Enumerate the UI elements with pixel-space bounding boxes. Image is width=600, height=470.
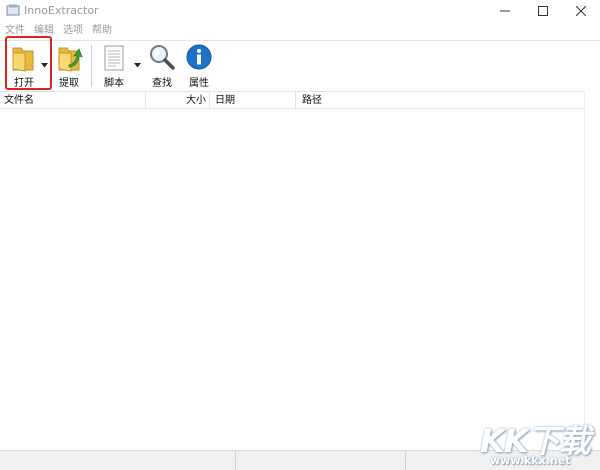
watermark-url: www.kkx.net — [490, 454, 571, 467]
app-icon — [6, 4, 20, 16]
menu-options[interactable]: 选项 — [63, 22, 83, 39]
status-segment — [0, 451, 236, 470]
column-header-size[interactable]: 大小 — [146, 92, 210, 109]
find-label: 查找 — [152, 78, 172, 89]
vertical-scrollbar[interactable] — [584, 91, 600, 450]
file-list[interactable] — [0, 109, 584, 450]
script-dropdown-arrow-icon[interactable] — [134, 63, 141, 68]
properties-button[interactable]: 属性 — [181, 43, 217, 89]
properties-label: 属性 — [189, 78, 209, 89]
close-icon — [576, 6, 586, 16]
maximize-button[interactable] — [526, 0, 560, 22]
title-bar: InnoExtractor — [0, 0, 600, 22]
column-header-date[interactable]: 日期 — [210, 92, 296, 109]
file-list-header: 文件名 大小 日期 路径 — [0, 91, 584, 109]
column-header-name[interactable]: 文件名 — [0, 92, 146, 109]
minimize-icon — [500, 10, 510, 12]
maximize-icon — [538, 6, 548, 16]
close-button[interactable] — [564, 0, 598, 22]
script-document-icon — [104, 45, 124, 71]
extract-button[interactable]: 提取 — [51, 43, 87, 89]
extract-label: 提取 — [59, 78, 79, 89]
open-button-highlight — [5, 36, 52, 90]
toolbar: 打开 提取 脚本 查找 属性 — [0, 40, 600, 90]
script-button[interactable]: 脚本 — [96, 43, 132, 89]
menu-bar: 文件 编辑 选项 帮助 — [0, 22, 600, 39]
minimize-button[interactable] — [488, 0, 522, 22]
script-label: 脚本 — [104, 78, 124, 89]
status-segment — [236, 451, 406, 470]
toolbar-separator — [91, 45, 92, 87]
column-header-path[interactable]: 路径 — [296, 92, 584, 109]
info-icon — [186, 44, 212, 70]
menu-help[interactable]: 帮助 — [92, 22, 112, 39]
window-title: InnoExtractor — [24, 4, 99, 17]
extract-folder-icon — [58, 47, 83, 72]
find-button[interactable]: 查找 — [144, 43, 180, 89]
site-watermark: KK下载 www.kkx.net — [468, 414, 600, 470]
magnifier-search-icon — [150, 45, 175, 70]
